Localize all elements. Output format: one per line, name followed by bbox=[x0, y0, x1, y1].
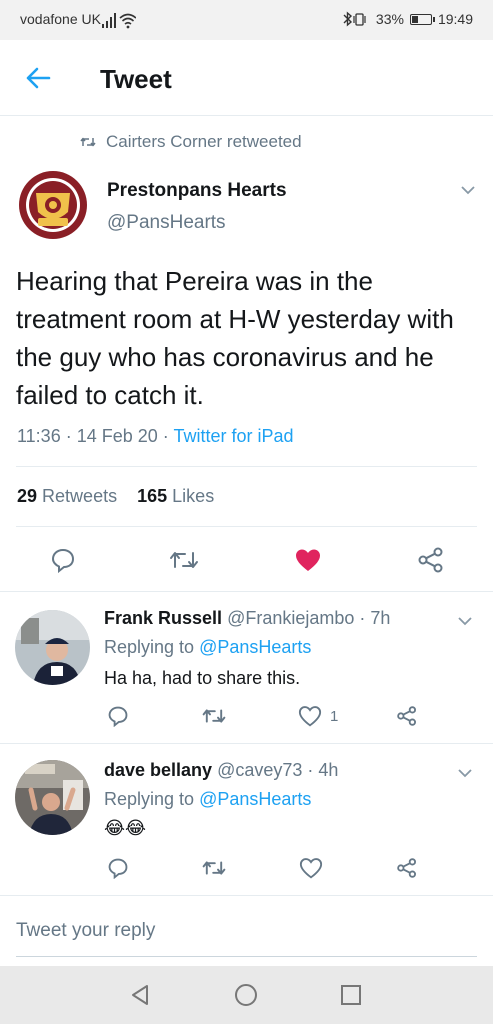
reply-icon bbox=[108, 858, 128, 879]
replying-to-link[interactable]: @PansHearts bbox=[199, 789, 311, 809]
divider bbox=[16, 466, 477, 467]
compose-underline bbox=[16, 956, 477, 957]
reply-author-handle[interactable]: @cavey73 bbox=[217, 760, 302, 780]
arrow-left-icon bbox=[26, 67, 51, 89]
reply-author-name[interactable]: dave bellany bbox=[104, 760, 212, 780]
heart-icon bbox=[298, 706, 322, 727]
tweet-stats: 29 Retweets 165 Likes bbox=[17, 486, 214, 507]
like-count: 1 bbox=[330, 707, 339, 725]
retweets-label: Retweets bbox=[42, 486, 118, 506]
circle-home-icon[interactable] bbox=[234, 983, 258, 1007]
triangle-back-icon[interactable] bbox=[128, 983, 152, 1007]
share-button[interactable] bbox=[394, 856, 420, 880]
back-button[interactable] bbox=[22, 62, 54, 94]
like-button[interactable]: 1 bbox=[298, 704, 358, 728]
chevron-down-icon[interactable] bbox=[456, 612, 474, 630]
bluetooth-vibrate-icon bbox=[343, 11, 366, 27]
status-bar: vodafone UK 33% 19:49 bbox=[0, 0, 493, 40]
share-icon bbox=[397, 706, 416, 726]
reply-tweet[interactable]: dave bellany @cavey73 · 4h Replying to @… bbox=[0, 744, 493, 894]
reply-button[interactable] bbox=[106, 704, 130, 728]
retweet-icon bbox=[202, 861, 226, 875]
replying-prefix: Replying to bbox=[104, 789, 195, 809]
avatar[interactable] bbox=[16, 168, 90, 242]
heart-filled-icon bbox=[296, 549, 320, 571]
status-right: 33% 19:49 bbox=[342, 11, 473, 27]
retweet-icon bbox=[80, 137, 96, 147]
tweet-meta: 11:36 · 14 Feb 20 · Twitter for iPad bbox=[17, 426, 294, 446]
system-nav-bar bbox=[0, 966, 493, 1024]
retweet-context-label: Cairters Corner retweeted bbox=[106, 132, 302, 151]
club-crest-avatar bbox=[16, 168, 90, 242]
retweet-count: 29 bbox=[17, 486, 38, 506]
share-icon bbox=[397, 858, 416, 878]
share-icon bbox=[418, 547, 443, 573]
likes-label: Likes bbox=[172, 486, 215, 506]
replying-to: Replying to @PansHearts bbox=[104, 789, 311, 810]
reply-header: dave bellany @cavey73 · 4h bbox=[104, 760, 339, 780]
replying-to-link[interactable]: @PansHearts bbox=[199, 637, 311, 657]
battery-percent: 33% bbox=[375, 11, 404, 27]
reply-icon bbox=[51, 548, 75, 573]
user-photo-avatar bbox=[15, 610, 90, 685]
avatar[interactable] bbox=[15, 610, 90, 685]
divider bbox=[0, 895, 493, 896]
tweet-time: 11:36 bbox=[17, 426, 61, 446]
replying-prefix: Replying to bbox=[104, 637, 195, 657]
square-recents-icon[interactable] bbox=[339, 983, 363, 1007]
retweet-button[interactable] bbox=[200, 856, 228, 880]
user-photo-avatar bbox=[15, 760, 90, 835]
chevron-down-icon[interactable] bbox=[458, 180, 478, 200]
reply-button[interactable] bbox=[106, 856, 130, 880]
likes-stat[interactable]: 165 Likes bbox=[137, 486, 214, 506]
reply-age: 4h bbox=[318, 760, 339, 780]
app-header: Tweet bbox=[0, 40, 493, 116]
tweet-source-link[interactable]: Twitter for iPad bbox=[173, 426, 293, 446]
page-title: Tweet bbox=[100, 64, 172, 94]
replying-to: Replying to @PansHearts bbox=[104, 637, 311, 658]
like-button[interactable] bbox=[298, 856, 324, 880]
retweet-icon bbox=[202, 709, 226, 723]
reply-text: 😂😂 bbox=[104, 818, 147, 839]
reply-tweet[interactable]: Frank Russell @Frankiejambo · 7h Replyin… bbox=[0, 592, 493, 742]
reply-author-name[interactable]: Frank Russell bbox=[104, 608, 222, 628]
share-button[interactable] bbox=[394, 704, 420, 728]
chevron-down-icon[interactable] bbox=[456, 764, 474, 782]
reply-author-handle[interactable]: @Frankiejambo bbox=[227, 608, 354, 628]
author-handle[interactable]: @PansHearts bbox=[107, 212, 226, 234]
author-name[interactable]: Prestonpans Hearts bbox=[107, 180, 287, 202]
retweet-context[interactable]: Cairters Corner retweeted bbox=[80, 132, 302, 152]
share-button[interactable] bbox=[415, 545, 447, 575]
battery-icon bbox=[409, 13, 435, 25]
reply-text: Ha ha, had to share this. bbox=[104, 668, 301, 688]
carrier-label: vodafone UK bbox=[20, 11, 101, 27]
avatar[interactable] bbox=[15, 760, 90, 835]
retweets-stat[interactable]: 29 Retweets bbox=[17, 486, 117, 506]
like-count: 165 bbox=[137, 486, 168, 506]
heart-icon bbox=[299, 858, 323, 879]
retweet-icon bbox=[170, 552, 198, 568]
clock: 19:49 bbox=[437, 11, 473, 27]
like-button[interactable] bbox=[292, 545, 324, 575]
reply-compose-input[interactable]: Tweet your reply bbox=[16, 920, 155, 942]
reply-icon bbox=[108, 706, 128, 727]
reply-age: 7h bbox=[370, 608, 391, 628]
tweet-text: Hearing that Pereira was in the treatmen… bbox=[16, 266, 454, 410]
retweet-button[interactable] bbox=[168, 545, 200, 575]
reply-header: Frank Russell @Frankiejambo · 7h bbox=[104, 608, 391, 628]
tweet-date: 14 Feb 20 bbox=[76, 426, 158, 446]
retweet-button[interactable] bbox=[200, 704, 228, 728]
signal-wifi-icon bbox=[102, 13, 136, 29]
divider bbox=[16, 526, 477, 527]
reply-button[interactable] bbox=[48, 545, 78, 575]
